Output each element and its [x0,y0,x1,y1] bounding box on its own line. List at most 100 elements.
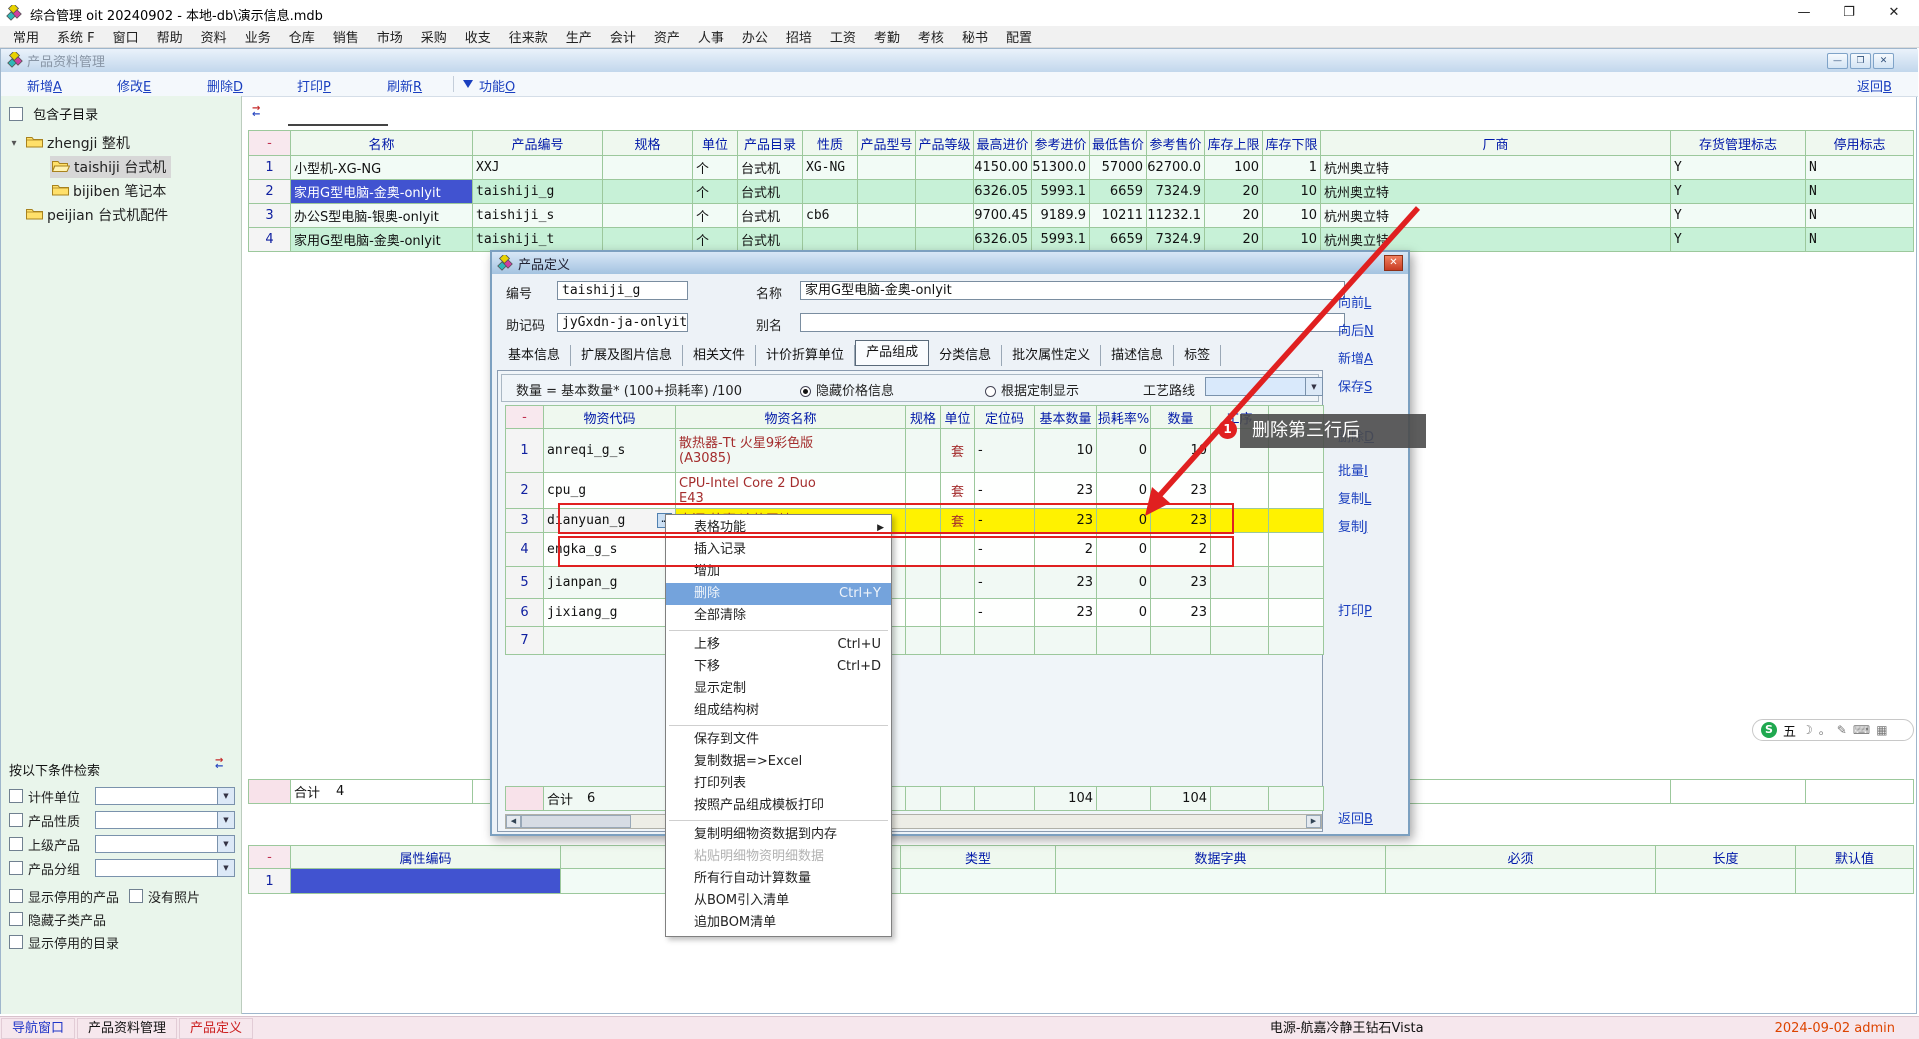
bom-cell[interactable]: 23 [1035,567,1097,599]
bom-cell[interactable]: 2 [1035,533,1097,567]
toolbar-refresh-button[interactable]: 刷新R [387,76,422,95]
swap-arrows-icon[interactable]: →← [252,106,260,118]
child-close-icon[interactable]: ✕ [1873,53,1894,69]
product-cell[interactable]: Y [1671,204,1806,228]
product-cell[interactable]: 100 [1205,156,1263,180]
bom-cell[interactable]: 0 [1097,533,1151,567]
tab-批次属性定义[interactable]: 批次属性定义 [1002,345,1101,366]
menubar-item-2[interactable]: 窗口 [104,27,148,46]
product-cell[interactable] [858,204,916,228]
bom-cell[interactable]: anreqi_g_s [544,429,676,473]
context-menu-item-增加[interactable]: 增加 [666,561,891,583]
product-cell[interactable]: N [1806,228,1914,252]
product-cell[interactable]: 杭州奥立特 [1321,228,1671,252]
mnemonic-field[interactable]: jyGxdn-ja-onlyit [557,313,688,332]
menubar-item-12[interactable]: 生产 [557,27,601,46]
bom-cell[interactable]: 套 [941,509,975,533]
bom-cell[interactable] [906,473,941,509]
tab-分类信息[interactable]: 分类信息 [929,345,1002,366]
filter-checkbox[interactable] [9,861,23,875]
context-menu-item-追加BOM清单[interactable]: 追加BOM清单 [666,912,891,934]
bom-col-header-4[interactable]: 单位 [941,406,975,429]
product-col-header-0[interactable]: - [249,131,291,156]
product-cell[interactable]: 6326.05 [974,180,1032,204]
context-menu-item-从BOM引入清单[interactable]: 从BOM引入清单 [666,890,891,912]
product-cell[interactable]: 杭州奥立特 [1321,204,1671,228]
bom-cell[interactable]: 套 [941,429,975,473]
bom-cell[interactable] [1097,627,1151,655]
product-cell[interactable] [858,228,916,252]
product-col-header-2[interactable]: 产品编号 [473,131,603,156]
product-cell[interactable]: 10 [1263,204,1321,228]
product-col-header-6[interactable]: 性质 [803,131,858,156]
product-cell[interactable] [603,156,693,180]
bom-cell[interactable]: cpu_g [544,473,676,509]
attr-col-header-1[interactable]: 属性编码 [291,846,561,869]
toolbar-function-button[interactable]: 功能O [479,76,515,95]
row-number[interactable]: 4 [249,228,291,252]
toolbar-delete-button[interactable]: 删除D [207,76,243,95]
ime-logo-icon[interactable]: S [1761,722,1777,738]
context-menu-item-复制明细物资数据到内存[interactable]: 复制明细物资数据到内存 [666,824,891,846]
filter-checkbox[interactable] [9,813,23,827]
statusbar-nav-window[interactable]: 导航窗口 [1,1018,75,1039]
bom-cell[interactable] [1211,533,1269,567]
filter-checkbox[interactable] [9,889,23,903]
bom-cell[interactable] [1269,567,1324,599]
product-cell[interactable]: Y [1671,180,1806,204]
row-number[interactable]: 3 [249,204,291,228]
context-menu-item-打印列表[interactable]: 打印列表 [666,773,891,795]
product-cell[interactable]: 10211 [1090,204,1147,228]
bom-cell[interactable]: - [975,509,1035,533]
product-cell[interactable]: 台式机 [738,156,803,180]
menubar-item-21[interactable]: 秘书 [953,27,997,46]
product-col-header-5[interactable]: 产品目录 [738,131,803,156]
bom-cell[interactable]: 散热器-Tt 火星9彩色版 (A3085) [676,429,906,473]
product-cell[interactable]: 11232.1 [1147,204,1205,228]
context-menu-item-按照产品组成模板打印[interactable]: 按照产品组成模板打印 [666,795,891,817]
row-number[interactable]: 1 [249,869,291,894]
bom-cell[interactable] [941,567,975,599]
product-cell[interactable]: 小型机-XG-NG [291,156,473,180]
attr-col-header-6[interactable]: 长度 [1656,846,1796,869]
row-number[interactable]: 2 [249,180,291,204]
attr-cell[interactable] [1386,869,1656,894]
bom-cell[interactable]: 0 [1097,567,1151,599]
tab-产品组成[interactable]: 产品组成 [855,340,929,366]
chevron-down-icon[interactable]: ▼ [1305,378,1322,395]
product-cell[interactable]: cb6 [803,204,858,228]
bom-col-header-2[interactable]: 物资名称 [676,406,906,429]
menubar-item-19[interactable]: 考勤 [865,27,909,46]
bom-cell[interactable] [975,627,1035,655]
bom-cell[interactable] [544,627,676,655]
bom-cell[interactable]: 23 [1151,473,1211,509]
bom-cell[interactable] [906,567,941,599]
tab-相关文件[interactable]: 相关文件 [683,345,756,366]
attr-cell[interactable] [901,869,1056,894]
filter-combobox[interactable]: ▼ [95,859,235,877]
radio-hide-prices[interactable]: 隐藏价格信息 [800,380,894,399]
bom-cell[interactable]: 23 [1151,599,1211,627]
product-col-header-12[interactable]: 参考售价 [1147,131,1205,156]
product-cell[interactable]: 台式机 [738,204,803,228]
filter-checkbox[interactable] [9,789,23,803]
bom-cell[interactable]: jixiang_g [544,599,676,627]
attr-cell[interactable] [1056,869,1386,894]
product-col-header-9[interactable]: 最高进价 [974,131,1032,156]
child-restore-icon[interactable]: ❐ [1850,53,1871,69]
product-cell[interactable] [916,228,974,252]
menubar-item-9[interactable]: 采购 [412,27,456,46]
scroll-right-icon[interactable]: ▶ [1306,815,1321,828]
pen-icon[interactable]: ✎ [1837,724,1847,736]
tab-基本信息[interactable]: 基本信息 [498,345,571,366]
product-cell[interactable]: 9189.9 [1032,204,1090,228]
bom-cell[interactable]: engka_g_s [544,533,676,567]
product-cell[interactable]: 20 [1205,180,1263,204]
menubar-item-10[interactable]: 收支 [456,27,500,46]
product-cell[interactable] [916,156,974,180]
context-menu-item-保存到文件[interactable]: 保存到文件 [666,729,891,751]
ime-toolbar[interactable]: S 五 ☽ 。 ✎ ⌨ ▦ [1752,719,1914,741]
bom-col-header-7[interactable]: 损耗率% [1097,406,1151,429]
product-cell[interactable] [603,228,693,252]
bom-cell[interactable]: 10 [1151,429,1211,473]
